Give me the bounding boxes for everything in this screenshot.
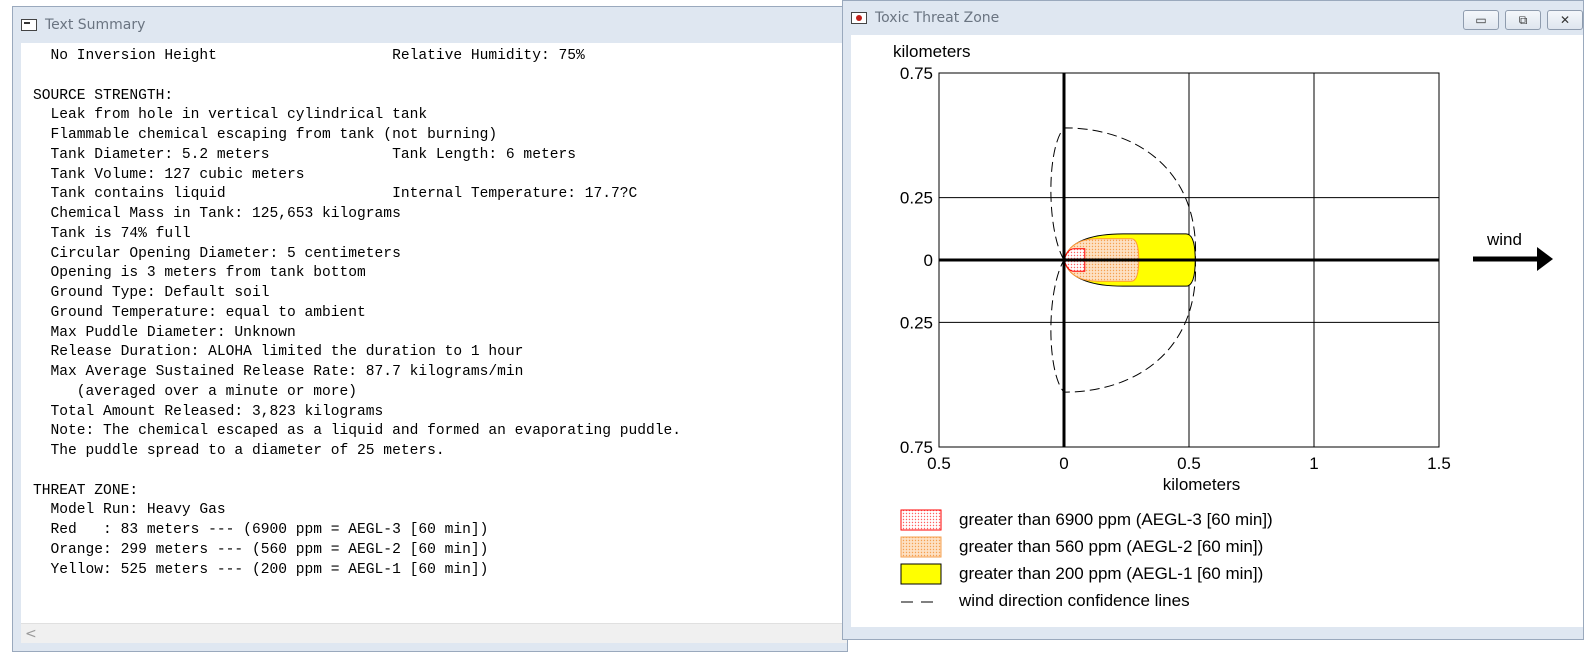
summary-line: Tank Diameter: 5.2 meters Tank Length: 6…: [33, 146, 576, 163]
summary-line: Total Amount Released: 3,823 kilograms: [33, 403, 384, 420]
x-tick-label: 1: [1309, 454, 1318, 473]
legend-swatch-orange: [900, 536, 942, 558]
legend-label: greater than 6900 ppm (AEGL-3 [60 min]): [959, 510, 1273, 529]
threat-zone-title: Toxic Threat Zone: [875, 10, 1000, 26]
summary-line: Model Run: Heavy Gas: [33, 502, 226, 519]
summary-line: Note: The chemical escaped as a liquid a…: [33, 423, 682, 440]
text-summary-content: No Inversion Height Relative Humidity: 7…: [21, 43, 847, 623]
y-tick-label: 0.75: [900, 64, 933, 83]
summary-line: No Inversion Height Relative Humidity: 7…: [33, 48, 585, 64]
text-summary-app-icon: [21, 19, 37, 31]
x-tick-label: 0: [1059, 454, 1068, 473]
horizontal-scrollbar[interactable]: <: [21, 623, 847, 643]
summary-line: Release Duration: ALOHA limited the dura…: [33, 344, 524, 361]
x-tick-label: 0.5: [1177, 454, 1201, 473]
y-tick-label: 0.75: [900, 438, 933, 457]
x-axis-label: kilometers: [1163, 475, 1240, 494]
minimize-button[interactable]: ▭: [1463, 10, 1499, 30]
restore-button[interactable]: ⧉: [1505, 10, 1541, 30]
legend-label: greater than 200 ppm (AEGL-1 [60 min]): [959, 564, 1263, 583]
text-summary-title: Text Summary: [45, 17, 146, 33]
legend-swatch-red: [900, 509, 942, 531]
x-tick-label: 1.5: [1427, 454, 1451, 473]
summary-line: [33, 67, 847, 87]
summary-line: Circular Opening Diameter: 5 centimeters: [33, 245, 401, 262]
wind-label: wind: [1486, 230, 1522, 249]
threat-zone-plot-area: 0.5 0 0.5 1 1.5 0.75 0.25 0 0.25 0.75 kilometers ki…: [851, 35, 1583, 627]
summary-line: Tank Volume: 127 cubic meters: [33, 166, 305, 183]
summary-line: Tank is 74% full: [33, 225, 191, 242]
summary-line: Ground Temperature: equal to ambient: [33, 304, 366, 321]
summary-line: Yellow: 525 meters --- (200 ppm = AEGL-1…: [33, 561, 489, 578]
toxic-threat-zone-window: Toxic Threat Zone ▭ ⧉ ✕ 0.5 0 0.5 1 1.5 0.75 0…: [842, 0, 1584, 640]
summary-line: [33, 462, 847, 482]
close-button[interactable]: ✕: [1547, 10, 1583, 30]
summary-line: SOURCE STRENGTH:: [33, 87, 174, 104]
threat-zone-chart: 0.5 0 0.5 1 1.50.750.2500.250.75kilometerski…: [893, 42, 1553, 610]
wind-arrow-head-icon: [1537, 247, 1553, 271]
y-axis-label: kilometers: [893, 42, 970, 61]
legend-label: greater than 560 ppm (AEGL-2 [60 min]): [959, 537, 1263, 556]
summary-line: Tank contains liquid Internal Temperatur…: [33, 186, 638, 203]
window-controls: ▭ ⧉ ✕: [1463, 10, 1583, 30]
text-summary-window: Text Summary No Inversion Height Relativ…: [12, 6, 848, 652]
y-tick-label: 0.25: [900, 313, 933, 332]
legend-swatch-yellow: [900, 563, 942, 585]
summary-line: THREAT ZONE:: [33, 482, 139, 499]
threat-zone-app-icon: [851, 12, 867, 24]
legend-label: wind direction confidence lines: [958, 591, 1190, 610]
summary-line: Red : 83 meters --- (6900 ppm = AEGL-3 […: [33, 522, 489, 538]
summary-line: Flammable chemical escaping from tank (n…: [33, 127, 498, 143]
y-tick-label: 0.25: [900, 189, 933, 208]
summary-line: Ground Type: Default soil: [33, 285, 270, 301]
summary-line: Leak from hole in vertical cylindrical t…: [33, 107, 428, 124]
summary-line: Max Average Sustained Release Rate: 87.7…: [33, 364, 524, 380]
summary-line: Opening is 3 meters from tank bottom: [33, 265, 366, 282]
summary-line: (averaged over a minute or more): [33, 383, 358, 400]
summary-line: Chemical Mass in Tank: 125,653 kilograms: [33, 206, 401, 222]
summary-line: The puddle spread to a diameter of 25 me…: [33, 443, 445, 459]
summary-line: Max Puddle Diameter: Unknown: [33, 324, 296, 341]
text-summary-titlebar[interactable]: Text Summary: [13, 7, 847, 43]
y-tick-label: 0: [924, 251, 933, 270]
scroll-left-arrow-icon[interactable]: <: [25, 625, 37, 643]
summary-line: Orange: 299 meters --- (560 ppm = AEGL-2…: [33, 541, 489, 558]
